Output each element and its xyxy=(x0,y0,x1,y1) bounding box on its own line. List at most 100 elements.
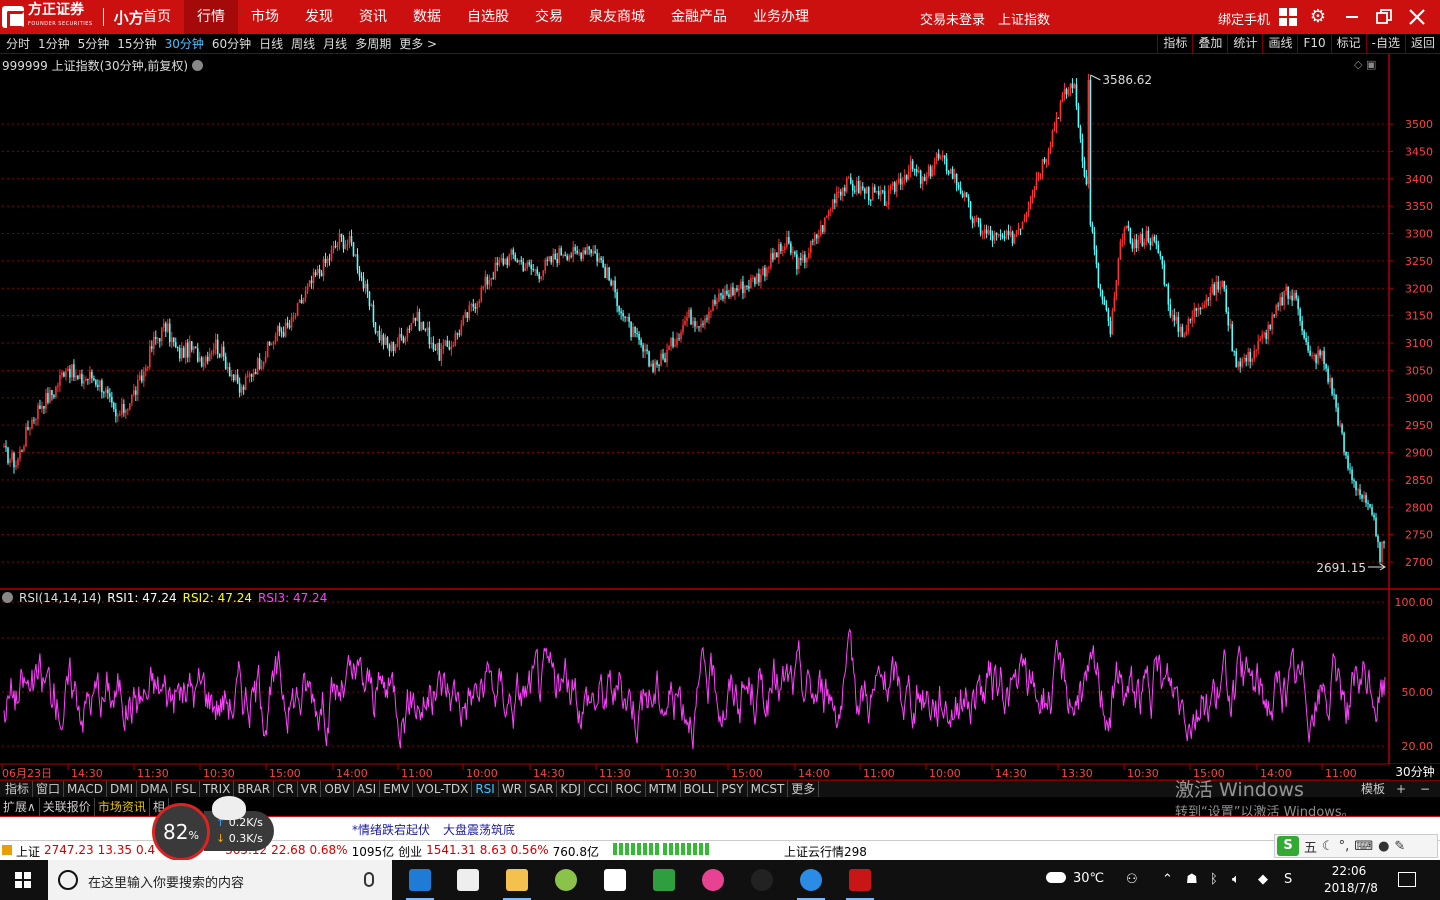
chevron-up-icon[interactable]: ⌃ xyxy=(1162,872,1173,887)
period-tab[interactable]: 5分钟 xyxy=(74,34,114,54)
indicator-tab[interactable]: MACD xyxy=(64,781,108,797)
people-icon[interactable]: ⚇ xyxy=(1126,872,1138,887)
diamond-icon[interactable]: ◇ xyxy=(1354,58,1362,71)
indicator-tab[interactable]: OBV xyxy=(321,781,354,797)
chart-canvas[interactable]: 3500 3450 3400 3350 3300 3250 3200 3150 3100 3050… xyxy=(0,54,1440,780)
nav-item[interactable]: 数据 xyxy=(400,0,454,34)
indicator-tab[interactable]: FSL xyxy=(172,781,200,797)
keyboard-icon[interactable]: ⌨ xyxy=(1354,839,1373,854)
bluetooth-icon[interactable]: ᛒ xyxy=(1210,872,1218,887)
taskbar-app[interactable] xyxy=(497,864,537,900)
indicator-tab[interactable]: RSI xyxy=(472,781,499,797)
info-tab[interactable]: 关联报价 xyxy=(40,798,95,816)
nav-item[interactable]: 交易 xyxy=(522,0,576,34)
chart-tool-button[interactable]: 返回 xyxy=(1404,34,1440,54)
taskbar-app[interactable] xyxy=(400,864,440,900)
chart-tool-button[interactable]: 叠加 xyxy=(1192,34,1227,54)
indicator-tab[interactable]: VR xyxy=(298,781,322,797)
indicator-tab[interactable]: BRAR xyxy=(234,781,275,797)
cloud-quote-info[interactable]: 上证云行情298 xyxy=(784,843,867,860)
sogou-ime-icon[interactable]: S xyxy=(1277,836,1299,856)
taskbar-app[interactable] xyxy=(595,864,635,896)
indicator-tab[interactable]: MTM xyxy=(646,781,681,797)
taskbar-search-box[interactable]: 在这里输入你要搜索的内容 xyxy=(48,860,392,900)
nav-item[interactable]: 泉友商城 xyxy=(576,0,658,34)
tray-app-icon[interactable]: ☗ xyxy=(1186,872,1198,887)
indicator-tab[interactable]: PSY xyxy=(718,781,748,797)
indicator-tab[interactable]: DMI xyxy=(107,781,138,797)
trade-login-status[interactable]: 交易未登录 xyxy=(920,9,985,28)
indicator-tab[interactable]: ASI xyxy=(354,781,381,797)
user-icon[interactable]: ● xyxy=(1378,839,1389,854)
indicator-tab[interactable]: 指标 xyxy=(2,781,34,797)
taskbar-app[interactable] xyxy=(644,864,684,896)
current-index-name[interactable]: 上证指数 xyxy=(998,9,1050,28)
period-tab[interactable]: 日线 xyxy=(255,34,287,54)
period-tab[interactable]: 15分钟 xyxy=(113,34,160,54)
restore-icon[interactable] xyxy=(1374,7,1394,27)
volume-icon[interactable]: 🔈︎ xyxy=(1232,872,1240,887)
info-tab[interactable]: 市场资讯 xyxy=(95,798,150,816)
indicator-tab[interactable]: SAR xyxy=(526,781,558,797)
template-button[interactable]: 模板 xyxy=(1358,781,1388,797)
panel-icon[interactable]: ▣ xyxy=(1366,58,1376,71)
nav-item[interactable]: 业务办理 xyxy=(740,0,822,34)
wrench-icon[interactable]: ✎ xyxy=(1394,839,1405,854)
period-tab[interactable]: 30分钟 xyxy=(161,34,208,54)
indicator-tab[interactable]: TRIX xyxy=(200,781,235,797)
microphone-icon[interactable] xyxy=(364,872,374,887)
remove-panel-button[interactable]: − xyxy=(1420,781,1430,797)
minimize-icon[interactable] xyxy=(1342,7,1362,27)
mascot-icon[interactable] xyxy=(212,796,246,820)
period-tab[interactable]: 分时 xyxy=(2,34,34,54)
chart-tool-button[interactable]: 统计 xyxy=(1227,34,1262,54)
sogou-tray-icon[interactable]: S xyxy=(1284,872,1292,887)
period-tab[interactable]: 周线 xyxy=(287,34,319,54)
chevron-down-icon[interactable] xyxy=(2,592,13,603)
chart-tool-button[interactable]: 画线 xyxy=(1262,34,1297,54)
close-icon[interactable] xyxy=(1407,7,1427,27)
indicator-tab[interactable]: CR xyxy=(274,781,298,797)
nav-item[interactable]: 行情 xyxy=(184,0,238,34)
nav-item[interactable]: 首页 xyxy=(130,0,184,34)
indicator-tab[interactable]: DMA xyxy=(137,781,172,797)
taskbar-app[interactable] xyxy=(791,864,831,900)
period-tab[interactable]: 60分钟 xyxy=(208,34,255,54)
indicator-tab[interactable]: 更多 xyxy=(788,781,820,797)
chart-tool-button[interactable]: F10 xyxy=(1297,34,1330,54)
bind-phone-link[interactable]: 绑定手机 xyxy=(1218,9,1270,28)
indicator-tab[interactable]: MCST xyxy=(748,781,789,797)
indicator-tab[interactable]: ROC xyxy=(612,781,646,797)
taskbar-app[interactable] xyxy=(693,864,733,896)
taskbar-app[interactable] xyxy=(546,864,586,896)
nav-item[interactable]: 金融产品 xyxy=(658,0,740,34)
indicator-tab[interactable]: VOL-TDX xyxy=(413,781,473,797)
period-tab[interactable]: 1分钟 xyxy=(34,34,74,54)
taskbar-app[interactable] xyxy=(448,864,488,896)
indicator-tab[interactable]: EMV xyxy=(380,781,414,797)
index-ticker[interactable]: 上证 2747.23 13.35 0.4 365.12 22.68 0.68% … xyxy=(2,843,709,860)
nav-item[interactable]: 自选股 xyxy=(454,0,522,34)
news-headline[interactable]: 大盘震荡筑底 xyxy=(443,821,515,838)
indicator-tab[interactable]: 窗口 xyxy=(33,781,65,797)
indicator-tab[interactable]: WR xyxy=(499,781,527,797)
indicator-tab[interactable]: CCI xyxy=(585,781,613,797)
grid-icon[interactable] xyxy=(1278,7,1298,27)
chevron-down-icon[interactable] xyxy=(192,60,204,71)
gear-icon[interactable]: ⚙ xyxy=(1308,7,1328,27)
nav-item[interactable]: 资讯 xyxy=(346,0,400,34)
taskbar-app[interactable] xyxy=(840,864,880,900)
system-clock[interactable]: 22:06 2018/7/8 xyxy=(1324,863,1378,897)
chart-tool-button[interactable]: 指标 xyxy=(1157,34,1192,54)
notification-center-icon[interactable] xyxy=(1398,872,1416,887)
chart-tool-button[interactable]: -自选 xyxy=(1365,34,1405,54)
ime-mode[interactable]: 五 xyxy=(1304,837,1317,856)
add-panel-button[interactable]: + xyxy=(1396,781,1406,797)
news-headline[interactable]: *情绪跌宕起伏 xyxy=(352,821,430,838)
punctuation-icon[interactable]: °, xyxy=(1339,839,1350,854)
period-tab[interactable]: 多周期 xyxy=(351,34,395,54)
start-button[interactable] xyxy=(0,860,48,900)
taskbar-app[interactable] xyxy=(742,864,782,896)
nav-item[interactable]: 市场 xyxy=(238,0,292,34)
moon-icon[interactable]: ☾ xyxy=(1322,839,1334,854)
